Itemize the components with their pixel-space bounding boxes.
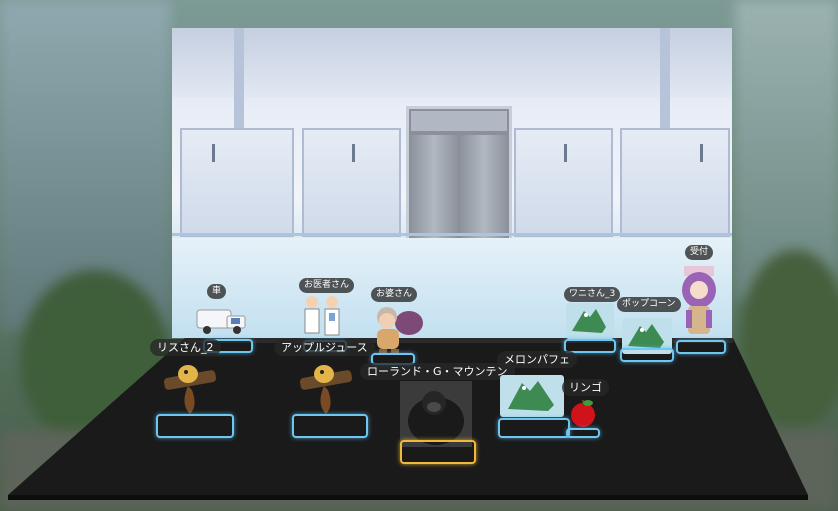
piece-croc3[interactable] [566, 303, 614, 339]
piece-label: ワニさん_3 [564, 287, 621, 302]
piece-label: リスさん_2 [150, 339, 221, 356]
piece-melon[interactable] [500, 375, 564, 417]
piece-base [620, 348, 674, 362]
piece-doctors[interactable] [298, 293, 346, 341]
doctors-icon [304, 296, 340, 336]
piece-label: 受付 [685, 245, 714, 260]
piece-base-selected [400, 440, 476, 464]
piece-label: ポップコーン [617, 297, 681, 312]
piece-label: アップルジュース [274, 339, 375, 356]
crocodile-icon [572, 309, 606, 333]
piece-base [676, 340, 726, 354]
piece-base [156, 414, 234, 438]
piece-label: リンゴ [562, 379, 609, 396]
piece-label: 車 [207, 284, 227, 299]
piece-car[interactable] [195, 300, 250, 340]
piece-label: ローランド・G・マウンテン [360, 363, 515, 380]
piece-label: メロンパフェ [497, 351, 577, 368]
car-icon [196, 309, 246, 334]
piece-label: お医者さん [299, 278, 355, 293]
piece-base [292, 414, 368, 438]
apple-icon [571, 400, 595, 427]
piece-base [498, 418, 570, 438]
piece-base [566, 428, 600, 438]
gorilla-icon [400, 381, 472, 447]
piece-reception[interactable] [676, 262, 722, 342]
receptionist-girl-icon [682, 266, 716, 334]
crocodile-icon [508, 381, 554, 411]
piece-label: お婆さん [371, 287, 418, 302]
piece-apple[interactable] [566, 397, 600, 429]
piece-gorilla[interactable] [400, 381, 472, 447]
